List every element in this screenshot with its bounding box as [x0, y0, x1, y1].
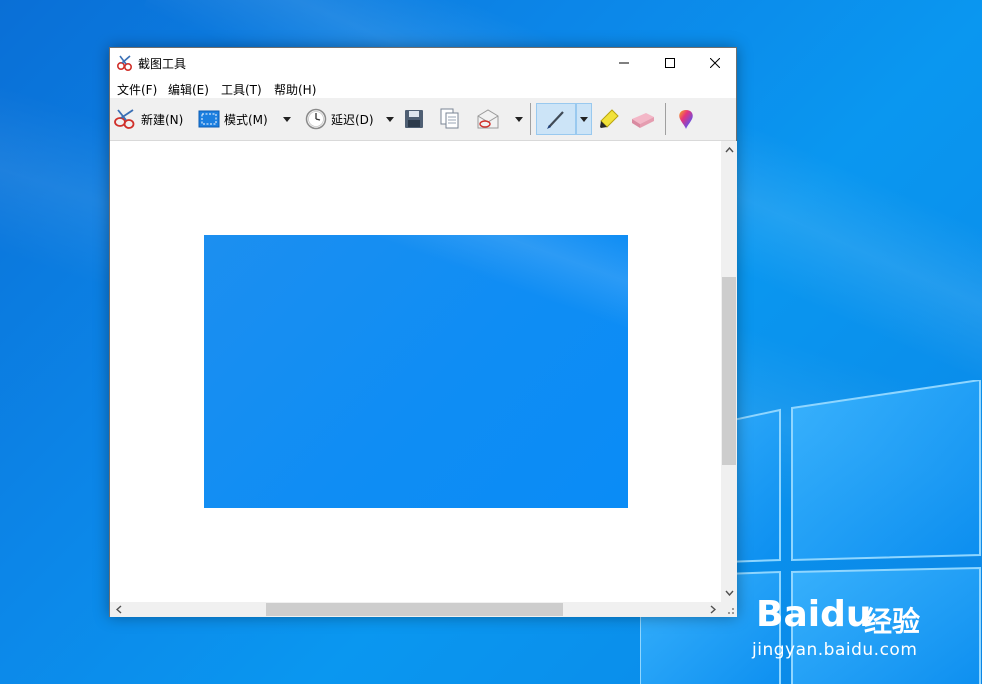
pen-dropdown[interactable]	[576, 103, 592, 135]
vertical-scrollbar[interactable]	[721, 141, 737, 602]
scroll-right-button[interactable]	[704, 602, 721, 617]
scroll-down-button[interactable]	[721, 584, 737, 601]
menu-edit[interactable]: 编辑(E)	[168, 81, 209, 98]
chevron-down-icon	[580, 116, 588, 122]
new-button[interactable]: 新建(N)	[113, 104, 183, 134]
horizontal-scrollbar[interactable]	[110, 602, 721, 617]
scissors-icon	[114, 109, 135, 129]
mode-button[interactable]: 模式(M)	[198, 104, 268, 134]
maximize-icon	[665, 58, 675, 68]
chevron-right-icon	[710, 605, 716, 614]
save-button[interactable]	[404, 104, 424, 134]
toolbar: 新建(N) 模式(M) 延迟(D)	[110, 98, 736, 141]
chevron-down-icon	[283, 116, 291, 122]
snip-canvas[interactable]	[110, 141, 721, 602]
minimize-button[interactable]	[601, 48, 647, 78]
menu-help[interactable]: 帮助(H)	[274, 81, 316, 98]
watermark-brand: Baidu	[756, 594, 872, 635]
baidu-jingyan-watermark: Baidu 经验 jingyan.baidu.com	[748, 574, 978, 684]
highlighter-icon	[600, 109, 619, 128]
pen-button[interactable]	[536, 103, 576, 135]
maximize-button[interactable]	[647, 48, 693, 78]
resize-grip-icon	[728, 608, 734, 614]
scroll-up-button[interactable]	[721, 141, 737, 158]
minimize-icon	[619, 62, 629, 64]
close-button[interactable]	[692, 48, 738, 78]
scroll-left-button[interactable]	[110, 602, 127, 617]
toolbar-separator	[530, 103, 531, 135]
watermark-brand-cn: 经验	[864, 605, 921, 638]
menu-bar: 文件(F) 编辑(E) 工具(T) 帮助(H)	[110, 78, 736, 98]
toolbar-separator	[665, 103, 666, 135]
new-button-label: 新建(N)	[141, 112, 184, 127]
mode-button-label: 模式(M)	[224, 112, 268, 127]
save-icon	[405, 110, 423, 128]
clock-icon	[305, 108, 327, 130]
eraser-button[interactable]	[630, 104, 656, 134]
captured-snip-image	[204, 235, 628, 508]
resize-grip[interactable]	[721, 602, 737, 617]
close-icon	[710, 58, 720, 68]
menu-file[interactable]: 文件(F)	[117, 81, 157, 98]
mode-dropdown[interactable]	[280, 104, 294, 134]
send-mail-icon	[477, 109, 499, 129]
edit-with-paint3d-button[interactable]	[676, 104, 696, 134]
chevron-down-icon	[386, 116, 394, 122]
send-snip-button[interactable]	[476, 104, 500, 134]
menu-tools[interactable]: 工具(T)	[221, 81, 262, 98]
delay-button[interactable]: 延迟(D)	[305, 104, 374, 134]
paint3d-icon	[679, 110, 693, 129]
send-dropdown[interactable]	[512, 104, 526, 134]
chevron-down-icon	[724, 590, 734, 596]
light-beam	[353, 235, 628, 435]
rect-snip-icon	[198, 110, 220, 128]
delay-button-label: 延迟(D)	[331, 112, 374, 127]
copy-button[interactable]	[440, 104, 460, 134]
pen-icon	[547, 111, 564, 129]
vertical-scroll-thumb[interactable]	[722, 277, 736, 465]
chevron-down-icon	[515, 116, 523, 122]
window-title: 截图工具	[138, 57, 187, 71]
watermark-url: jingyan.baidu.com	[752, 640, 918, 660]
copy-icon	[440, 108, 459, 129]
chevron-left-icon	[115, 605, 121, 614]
highlighter-button[interactable]	[598, 104, 620, 134]
chevron-up-icon	[724, 146, 734, 152]
eraser-icon	[632, 113, 654, 128]
scissors-icon	[116, 55, 133, 72]
title-bar[interactable]: 截图工具	[110, 48, 736, 78]
delay-dropdown[interactable]	[383, 104, 397, 134]
horizontal-scroll-thumb[interactable]	[266, 603, 563, 616]
snipping-tool-window: 截图工具 文件(F) 编辑(E) 工具(T) 帮助(H) 新建(N) 模式(M)…	[109, 47, 737, 617]
